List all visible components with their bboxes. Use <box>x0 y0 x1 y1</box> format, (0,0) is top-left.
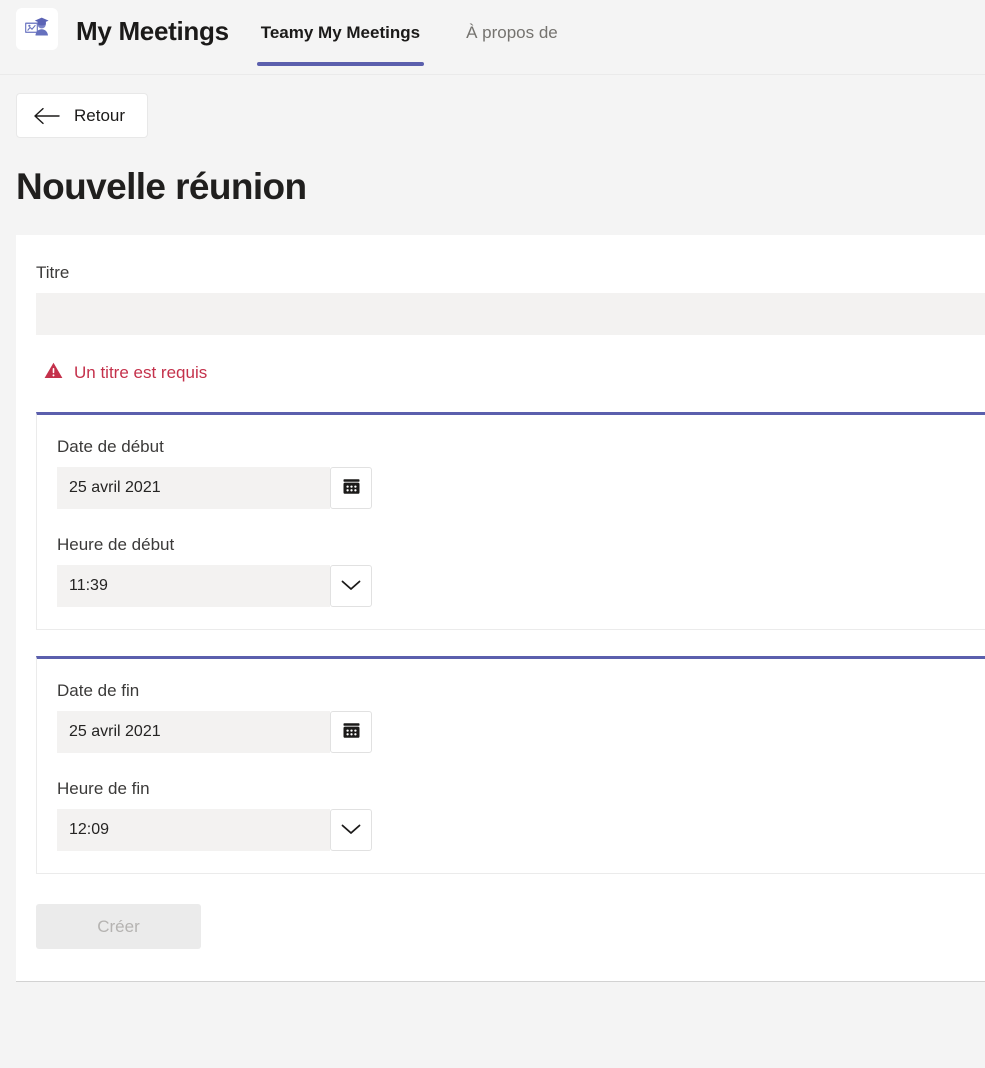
end-date-label: Date de fin <box>57 681 140 701</box>
tab-bar: Teamy My Meetings À propos de <box>256 0 600 75</box>
page-title: Nouvelle réunion <box>16 166 307 207</box>
start-time-control <box>57 565 372 608</box>
title-field-group: Titre <box>16 263 985 336</box>
app-logo <box>16 8 58 50</box>
app-header: My Meetings Teamy My Meetings À propos d… <box>0 0 985 75</box>
new-meeting-form: Titre Un titre est requis Date de début <box>16 235 985 983</box>
end-time-label: Heure de fin <box>57 779 150 799</box>
warning-triangle-icon <box>44 362 63 384</box>
chevron-down-icon <box>340 578 362 595</box>
tab-a-propos-de[interactable]: À propos de <box>462 0 562 75</box>
app-title: My Meetings <box>76 16 229 46</box>
create-button-row: Créer <box>16 874 985 981</box>
start-date-label: Date de début <box>57 437 164 457</box>
start-time-group: Heure de début <box>57 535 985 608</box>
end-time-control <box>57 809 372 852</box>
calendar-icon <box>342 721 361 743</box>
start-date-input[interactable] <box>57 467 330 510</box>
end-section: Date de fin 25 avril 2021 Heure de fin 1… <box>36 656 985 875</box>
end-date-control <box>57 711 372 754</box>
end-date-calendar-button[interactable] <box>330 711 372 754</box>
start-section: Date de début 25 avril 2021 Heure de déb… <box>36 412 985 631</box>
end-date-input[interactable] <box>57 711 330 754</box>
back-button-row: Retour <box>0 75 985 138</box>
start-time-dropdown-button[interactable] <box>330 565 372 608</box>
end-date-group: Date de fin <box>57 681 985 754</box>
title-input[interactable] <box>36 293 985 336</box>
arrow-left-icon <box>33 107 60 125</box>
create-button[interactable]: Créer <box>36 904 201 950</box>
title-field-label: Titre <box>36 263 70 283</box>
graduate-presenter-icon <box>23 13 51 46</box>
end-time-dropdown-button[interactable] <box>330 809 372 852</box>
start-date-control <box>57 467 372 510</box>
start-time-input[interactable] <box>57 565 330 608</box>
start-date-calendar-button[interactable] <box>330 467 372 510</box>
tab-teamy-my-meetings[interactable]: Teamy My Meetings <box>256 0 425 75</box>
start-time-label: Heure de début <box>57 535 175 555</box>
calendar-icon <box>342 477 361 499</box>
back-button[interactable]: Retour <box>16 93 149 138</box>
tab-label: Teamy My Meetings <box>260 23 421 42</box>
title-error-message: Un titre est requis <box>16 335 985 384</box>
error-text: Un titre est requis <box>74 363 208 383</box>
chevron-down-icon <box>340 822 362 839</box>
end-time-input[interactable] <box>57 809 330 852</box>
tab-label: À propos de <box>466 23 558 42</box>
back-button-label: Retour <box>74 105 126 125</box>
end-time-group: Heure de fin <box>57 779 985 852</box>
start-date-group: Date de début <box>57 437 985 510</box>
